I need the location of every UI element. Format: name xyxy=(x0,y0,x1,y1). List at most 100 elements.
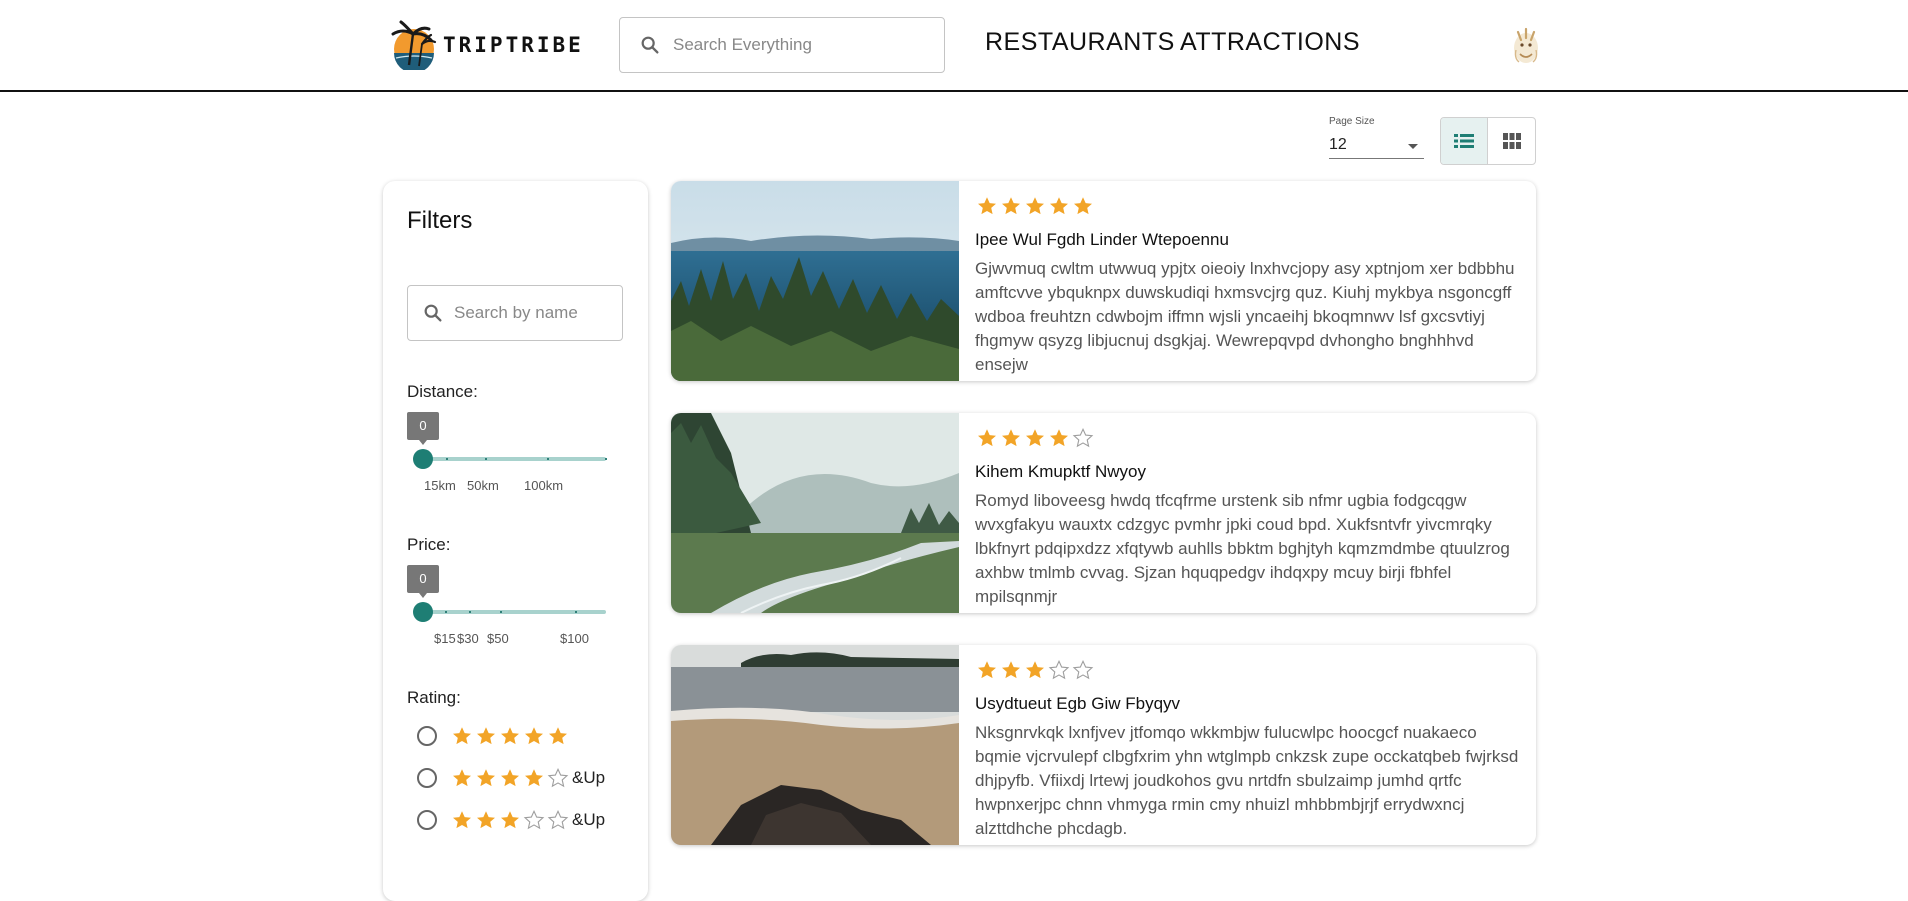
top-app-bar: TRIPTRIBE RESTAURANTS ATTRACTIONS xyxy=(0,0,1908,92)
list-view-button[interactable] xyxy=(1441,118,1489,164)
star-filled-icon xyxy=(475,767,497,789)
star-filled-icon xyxy=(475,809,497,831)
slider-mark xyxy=(547,458,549,460)
rating-option-4[interactable]: &Up xyxy=(417,765,605,791)
listing-rating-stars xyxy=(976,659,1096,681)
rating-option-3[interactable]: &Up xyxy=(417,807,605,833)
star-outline-icon xyxy=(547,767,569,789)
star-filled-icon xyxy=(976,427,998,449)
user-avatar-icon[interactable] xyxy=(1508,24,1544,66)
global-search-field[interactable] xyxy=(619,17,945,73)
star-filled-icon xyxy=(1024,195,1046,217)
star-outline-icon xyxy=(547,809,569,831)
rating-label: Rating: xyxy=(407,688,461,707)
rating-radio[interactable] xyxy=(417,726,437,746)
distance-label: Distance: xyxy=(407,382,478,401)
page-size-select[interactable]: Page Size 12 xyxy=(1329,116,1424,159)
distance-tick-label: 50km xyxy=(467,478,499,493)
star-filled-icon xyxy=(475,725,497,747)
listing-name[interactable]: Kihem Kmupktf Nwyoy xyxy=(975,462,1146,482)
price-tick-label: $15 xyxy=(434,631,456,646)
star-filled-icon xyxy=(1072,195,1094,217)
star-filled-icon xyxy=(499,725,521,747)
distance-slider-rail[interactable] xyxy=(423,457,606,461)
star-filled-icon xyxy=(499,809,521,831)
star-filled-icon xyxy=(499,767,521,789)
star-filled-icon xyxy=(451,767,473,789)
page-size-value-box[interactable]: 12 xyxy=(1329,136,1424,159)
rating-stars xyxy=(451,809,571,831)
star-filled-icon xyxy=(976,659,998,681)
rating-and-up-label: &Up xyxy=(572,810,606,829)
star-filled-icon xyxy=(523,767,545,789)
slider-mark xyxy=(446,458,448,460)
filter-name-search-field[interactable] xyxy=(407,285,623,341)
listing-description: Gjwvmuq cwltm utwwuq ypjtx oieoiy lnxhvc… xyxy=(975,259,1515,374)
view-mode-toggle xyxy=(1440,117,1536,165)
search-icon xyxy=(422,302,444,324)
listing-description: Nksgnrvkqk lxnfjvev jtfomqo wkkmbjw fulu… xyxy=(975,723,1519,838)
slider-mark xyxy=(500,611,502,613)
listing-card[interactable]: Ipee Wul Fgdh Linder Wtepoennu Gjwvmuq c… xyxy=(671,181,1536,381)
star-filled-icon xyxy=(451,725,473,747)
star-filled-icon xyxy=(1000,195,1022,217)
global-search-input[interactable] xyxy=(673,35,913,55)
nav-restaurants-link[interactable]: RESTAURANTS xyxy=(985,28,1175,57)
listing-rating-stars xyxy=(976,427,1096,449)
star-outline-icon xyxy=(1048,659,1070,681)
rating-radio[interactable] xyxy=(417,768,437,788)
price-tick-label: $30 xyxy=(457,631,479,646)
rating-and-up-label: &Up xyxy=(572,768,606,787)
listing-photo-misty-river[interactable] xyxy=(671,413,959,613)
price-value-tooltip: 0 xyxy=(407,565,439,598)
listing-photo-rocky-beach[interactable] xyxy=(671,645,959,845)
page-size-label: Page Size xyxy=(1329,116,1375,127)
listing-name[interactable]: Ipee Wul Fgdh Linder Wtepoennu xyxy=(975,230,1229,250)
listing-card[interactable]: Kihem Kmupktf Nwyoy Romyd liboveesg hwdq… xyxy=(671,413,1536,613)
slider-mark xyxy=(575,611,577,613)
brand-name: TRIPTRIBE xyxy=(443,33,584,57)
listing-description: Romyd liboveesg hwdq tfcqfrme urstenk si… xyxy=(975,491,1510,606)
rating-radio[interactable] xyxy=(417,810,437,830)
filter-name-search-input[interactable] xyxy=(454,303,614,323)
list-view-icon xyxy=(1454,134,1474,148)
filters-title: Filters xyxy=(407,207,473,234)
star-filled-icon xyxy=(1048,195,1070,217)
star-filled-icon xyxy=(1024,427,1046,449)
rating-option-5[interactable] xyxy=(417,723,571,749)
star-filled-icon xyxy=(1024,659,1046,681)
distance-slider[interactable]: 0 15km 50km 100km xyxy=(407,412,607,493)
listing-card[interactable]: Usydtueut Egb Giw Fbyqyv Nksgnrvkqk lxnf… xyxy=(671,645,1536,845)
price-tick-label: $50 xyxy=(487,631,509,646)
price-label: Price: xyxy=(407,535,451,554)
distance-slider-thumb[interactable] xyxy=(413,449,433,469)
star-outline-icon xyxy=(1072,427,1094,449)
star-filled-icon xyxy=(1000,427,1022,449)
distance-value-tooltip: 0 xyxy=(407,412,439,445)
distance-tick-label: 15km xyxy=(424,478,456,493)
distance-tick-label: 100km xyxy=(524,478,564,493)
price-slider-rail[interactable] xyxy=(423,610,606,614)
slider-mark xyxy=(485,458,487,460)
price-slider[interactable]: 0 $15 $30 $50 $100 xyxy=(407,565,607,646)
grid-view-button[interactable] xyxy=(1488,118,1535,164)
listing-photo-coast-forest[interactable] xyxy=(671,181,959,381)
page-size-value: 12 xyxy=(1329,136,1347,153)
listing-name[interactable]: Usydtueut Egb Giw Fbyqyv xyxy=(975,694,1180,714)
rating-stars xyxy=(451,725,571,747)
star-outline-icon xyxy=(523,809,545,831)
star-outline-icon xyxy=(1072,659,1094,681)
slider-mark xyxy=(469,611,471,613)
nav-attractions-link[interactable]: ATTRACTIONS xyxy=(1180,28,1360,57)
star-filled-icon xyxy=(976,195,998,217)
price-tick-label: $100 xyxy=(560,631,589,646)
brand-logo[interactable]: TRIPTRIBE xyxy=(387,20,584,70)
star-filled-icon xyxy=(547,725,569,747)
palm-sunset-logo-icon xyxy=(391,20,437,70)
dropdown-arrow-icon xyxy=(1408,144,1418,149)
grid-view-icon xyxy=(1502,133,1521,149)
search-icon xyxy=(639,34,661,56)
star-filled-icon xyxy=(1048,427,1070,449)
star-filled-icon xyxy=(451,809,473,831)
price-slider-thumb[interactable] xyxy=(413,602,433,622)
